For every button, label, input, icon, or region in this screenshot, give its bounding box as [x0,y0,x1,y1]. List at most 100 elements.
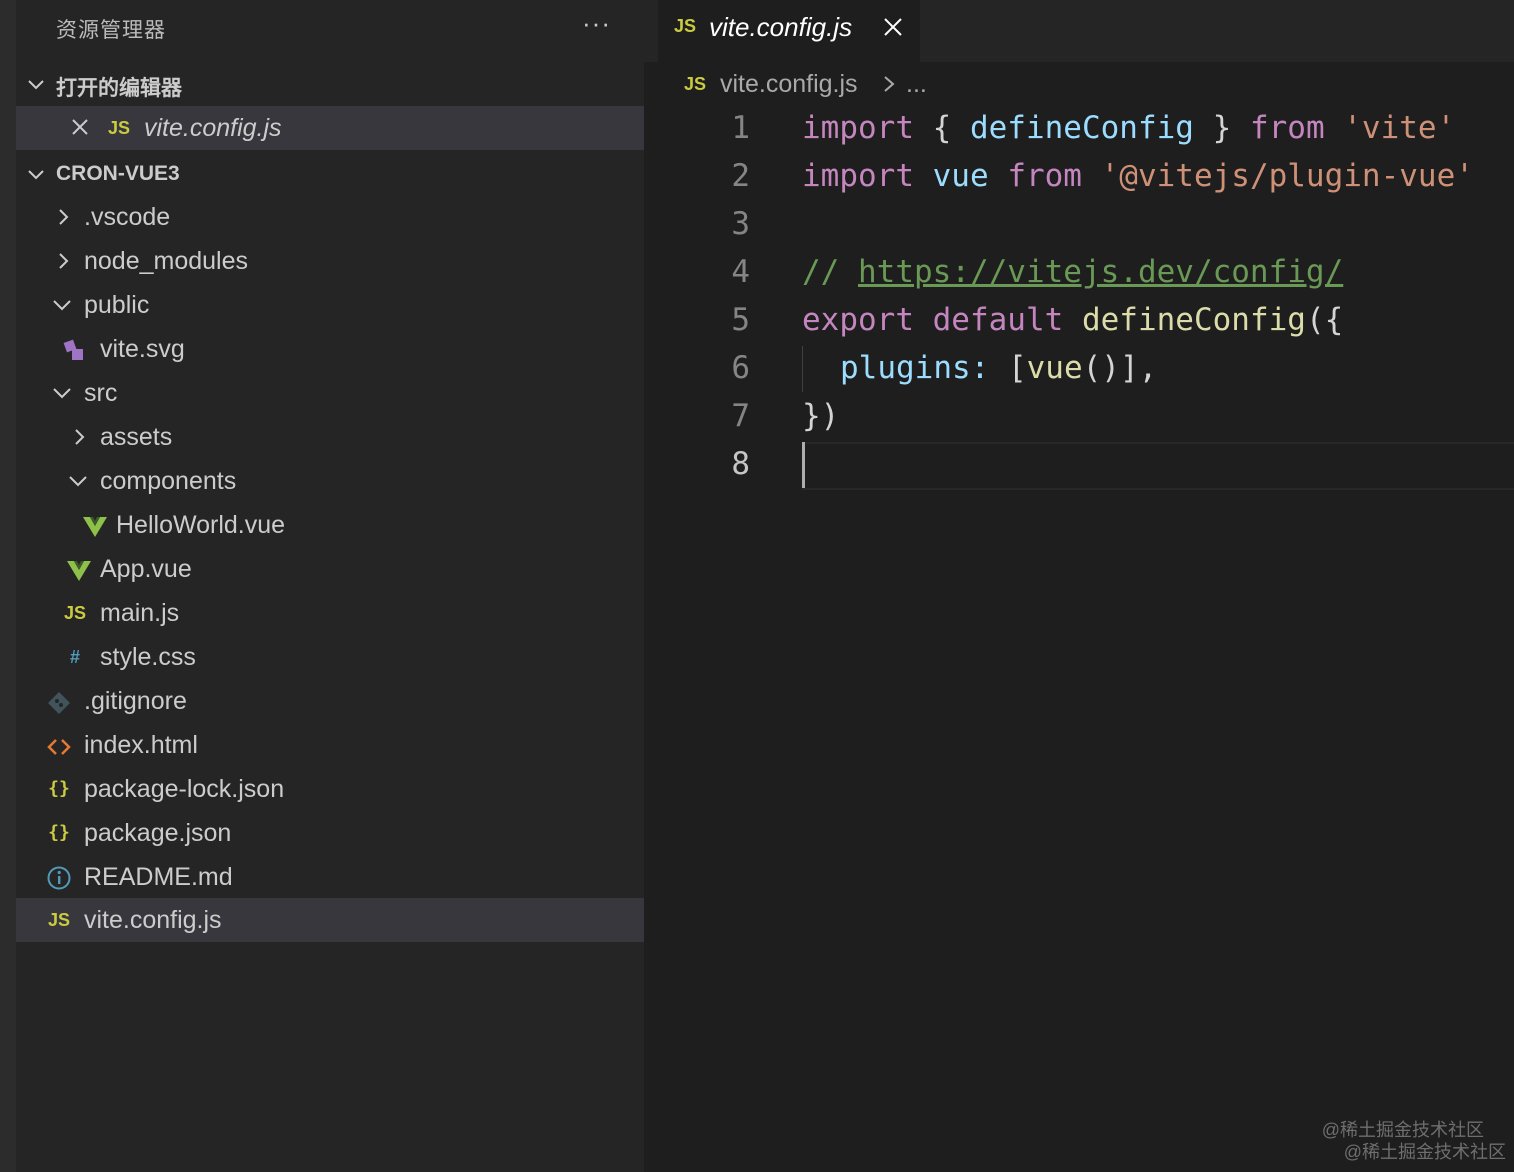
javascript-file-icon: JS [684,74,707,94]
line-number: 3 [731,206,750,242]
open-editor-label: vite.config.js [144,114,282,142]
tree-file-index-html[interactable]: index.html [16,723,644,767]
explorer-sidebar: 资源管理器 ··· 打开的编辑器 JS vite.config.js CRON-… [16,0,644,1172]
tree-item-label: HelloWorld.vue [116,511,286,539]
tree-folder-assets[interactable]: assets [16,415,644,459]
comment-link[interactable]: https://vitejs.dev/config/ [858,254,1343,290]
tree-item-label: App.vue [100,555,192,583]
tree-folder-src[interactable]: src [16,371,644,415]
tree-item-label: assets [100,423,173,451]
line-number: 1 [731,110,750,146]
breadcrumb-ellipsis[interactable]: ... [906,70,927,99]
code-token: export [802,302,914,338]
code-token: import [802,158,914,194]
indent-guide [802,346,803,392]
code-token: ({ [1305,302,1344,338]
javascript-file-icon: JS [674,16,697,36]
tab-bar: JS vite.config.js [644,0,1514,62]
tree-item-label: public [84,291,150,319]
line-number: 6 [731,350,750,386]
javascript-file-icon: JS [47,910,71,930]
chevron-down-icon [69,476,87,487]
code-token: ()], [1082,350,1158,386]
code-line-2[interactable]: import vue from '@vitejs/plugin-vue' [802,158,1474,194]
open-editors-label: 打开的编辑器 [56,77,182,100]
code-token: from [1007,158,1082,194]
more-actions-button[interactable]: ··· [582,8,611,39]
tree-item-label: .vscode [84,203,171,231]
code-token: { [913,110,970,146]
tree-item-label: style.css [100,643,196,671]
vue-file-icon [83,517,107,537]
close-icon[interactable] [70,117,90,137]
tree-file-readme-md[interactable]: README.md [16,855,644,899]
tree-file-main-js[interactable]: JS main.js [16,591,644,635]
code-token: default [913,302,1082,338]
tree-file-gitignore[interactable]: .gitignore [16,679,644,723]
tree-folder-components[interactable]: components [16,459,644,503]
code-token: defineConfig [969,110,1194,146]
project-name: CRON-VUE3 [56,162,180,185]
line-number: 4 [731,254,750,290]
tree-file-app-vue[interactable]: App.vue [16,547,644,591]
breadcrumb-file[interactable]: vite.config.js [720,70,858,99]
tree-file-package-lock-json[interactable]: {} package-lock.json [16,767,644,811]
code-token: plugins: [840,350,990,386]
chevron-right-icon [75,429,85,445]
code-token: '@vitejs/plugin-vue' [1081,158,1474,194]
chevron-down-icon [53,300,71,311]
tree-item-label: vite.config.js [84,906,222,934]
code-token: } [1193,110,1250,146]
close-icon[interactable] [882,16,904,38]
tree-folder-node-modules[interactable]: node_modules [16,239,644,283]
chevron-right-icon [884,76,895,92]
tree-file-helloworld-vue[interactable]: HelloWorld.vue [16,503,644,547]
tree-file-package-json[interactable]: {} package.json [16,811,644,855]
tab-vite-config-js[interactable]: JS vite.config.js [658,0,920,62]
tree-item-label: src [84,379,118,407]
code-token: // [802,254,858,290]
tree-item-label: components [100,467,237,495]
tree-item-label: .gitignore [84,687,187,715]
code-token: [ [989,350,1027,386]
code-line-1[interactable]: import { defineConfig } from 'vite' [802,110,1455,146]
chevron-right-icon [59,209,69,225]
css-file-icon: # [69,647,80,667]
code-token: defineConfig [1081,302,1306,338]
chevron-down-icon [28,80,44,90]
tree-item-label: package.json [84,819,232,847]
line-number-active: 8 [731,446,750,482]
current-line-highlight [802,442,1514,490]
javascript-file-icon: JS [63,603,87,623]
open-editors-section-header[interactable]: 打开的编辑器 [16,62,644,106]
svg-file-icon [63,339,83,360]
code-line-6[interactable]: plugins: [vue()], [840,350,1157,386]
tree-folder-vscode[interactable]: .vscode [16,195,644,239]
code-line-5[interactable]: export default defineConfig({ [802,302,1343,338]
project-section-header[interactable]: CRON-VUE3 [16,152,644,196]
tree-file-style-css[interactable]: # style.css [16,635,644,679]
chevron-right-icon [59,253,69,269]
tab-label: vite.config.js [709,12,853,42]
tree-item-label: index.html [84,731,198,759]
tree-file-vite-svg[interactable]: vite.svg [16,327,644,371]
code-token: import [802,110,914,146]
text-cursor [802,442,805,488]
code-line-7[interactable]: }) [802,398,839,434]
tree-folder-public[interactable]: public [16,283,644,327]
code-token: }) [802,398,840,434]
line-number: 5 [731,302,750,338]
json-file-icon: {} [48,778,70,799]
code-token: 'vite' [1324,110,1456,146]
code-token: vue [913,158,1008,194]
code-line-4[interactable]: // https://vitejs.dev/config/ [802,254,1343,290]
activity-bar-edge [0,0,16,1172]
code-token: from [1249,110,1325,146]
line-number: 2 [731,158,750,194]
code-token: vue [1026,350,1083,386]
tree-item-label: README.md [84,863,233,891]
tree-file-vite-config-js[interactable]: JS vite.config.js [16,898,644,942]
line-number: 7 [731,398,750,434]
open-editor-item[interactable]: JS vite.config.js [16,106,644,150]
vue-file-icon [67,561,91,581]
